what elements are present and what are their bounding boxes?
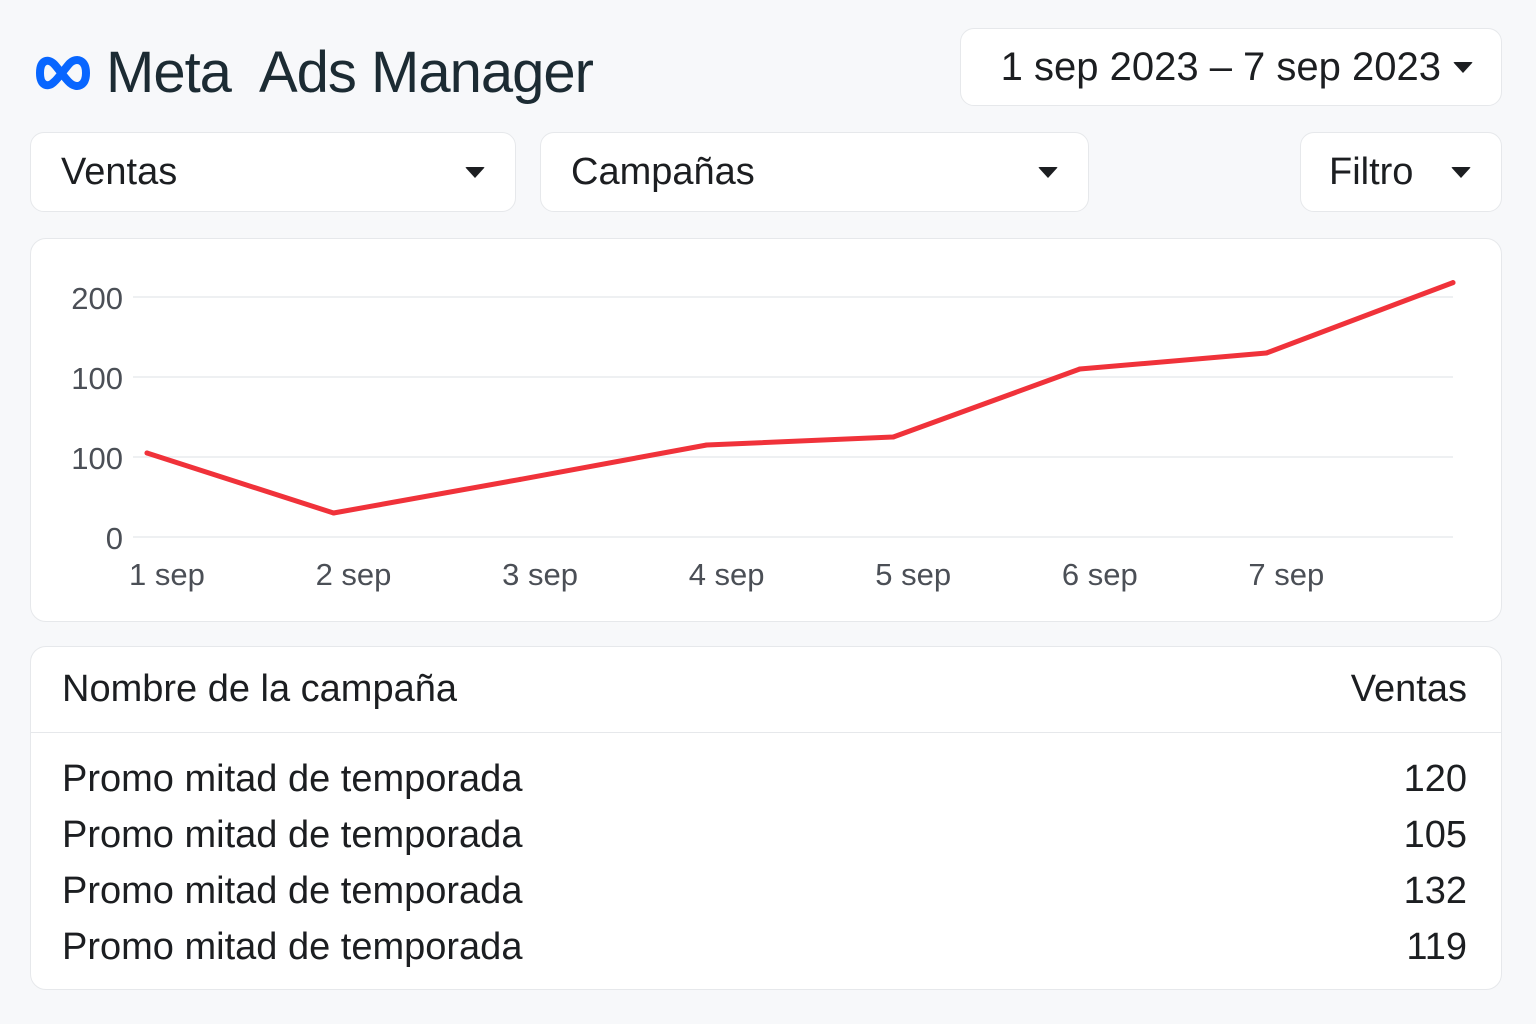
- sales-cell: 105: [1403, 813, 1467, 856]
- filter-dropdown[interactable]: Filtro: [1300, 132, 1502, 212]
- caret-down-icon: [1453, 61, 1473, 73]
- table-row[interactable]: Promo mitad de temporada 105: [31, 807, 1501, 863]
- data-point[interactable]: [1077, 366, 1083, 372]
- sales-series-line[interactable]: [144, 280, 1456, 516]
- table-row[interactable]: Promo mitad de temporada 132: [31, 863, 1501, 919]
- header: Meta Ads Manager 1 sep 2023 – 7 sep 2023: [30, 28, 1502, 106]
- campaign-table: Nombre de la campaña Ventas Promo mitad …: [30, 646, 1502, 990]
- sales-cell: 119: [1406, 925, 1467, 968]
- y-tick-label: 200: [71, 281, 123, 316]
- column-header-sales[interactable]: Ventas: [1351, 668, 1467, 711]
- date-range-label: 1 sep 2023 – 7 sep 2023: [1000, 44, 1441, 89]
- y-tick-label: 0: [106, 521, 123, 556]
- data-point[interactable]: [890, 434, 896, 440]
- column-header-campaign-name[interactable]: Nombre de la campaña: [62, 668, 457, 711]
- data-point[interactable]: [517, 476, 523, 482]
- meta-logo[interactable]: Meta Ads Manager: [30, 40, 594, 105]
- campaign-name-cell: Promo mitad de temporada: [62, 757, 523, 800]
- sales-line-chart: 0 100 100 200 1 sep 2 sep 3 sep 4 sep 5 sep 6 sep…: [71, 280, 1456, 592]
- sales-cell: 120: [1403, 757, 1467, 800]
- metric-dropdown[interactable]: Ventas: [30, 132, 516, 212]
- data-point[interactable]: [704, 442, 710, 448]
- metric-dropdown-label: Ventas: [61, 150, 178, 193]
- caret-down-icon: [465, 166, 485, 178]
- y-tick-label: 100: [71, 441, 123, 476]
- ads-manager-page: Meta Ads Manager 1 sep 2023 – 7 sep 2023…: [0, 0, 1536, 1024]
- table-row[interactable]: Promo mitad de temporada 120: [31, 751, 1501, 807]
- data-point[interactable]: [1263, 350, 1269, 356]
- table-body: Promo mitad de temporada 120 Promo mitad…: [31, 733, 1501, 975]
- x-tick-label: 5 sep: [875, 557, 951, 592]
- table-header: Nombre de la campaña Ventas: [31, 647, 1501, 733]
- caret-down-icon: [1038, 166, 1058, 178]
- meta-infinity-icon: [36, 56, 90, 90]
- x-tick-label: 1 sep: [129, 557, 205, 592]
- data-point[interactable]: [1450, 280, 1456, 286]
- table-row[interactable]: Promo mitad de temporada 119: [31, 919, 1501, 975]
- x-tick-label: 7 sep: [1248, 557, 1324, 592]
- campaign-name-cell: Promo mitad de temporada: [62, 925, 523, 968]
- x-tick-label: 2 sep: [316, 557, 392, 592]
- sales-cell: 132: [1403, 869, 1467, 912]
- data-point[interactable]: [144, 450, 150, 456]
- level-dropdown-label: Campañas: [571, 150, 755, 193]
- brand-product: Ads Manager: [258, 40, 594, 105]
- filter-dropdown-label: Filtro: [1329, 150, 1414, 193]
- campaign-name-cell: Promo mitad de temporada: [62, 869, 523, 912]
- sales-chart-card: 0 100 100 200 1 sep 2 sep 3 sep 4 sep 5 sep 6 sep…: [30, 238, 1502, 622]
- data-point[interactable]: [331, 510, 337, 516]
- brand-company: Meta: [106, 40, 232, 105]
- level-dropdown[interactable]: Campañas: [540, 132, 1089, 212]
- campaign-name-cell: Promo mitad de temporada: [62, 813, 523, 856]
- x-tick-label: 4 sep: [689, 557, 765, 592]
- y-tick-label: 100: [71, 361, 123, 396]
- x-tick-label: 3 sep: [502, 557, 578, 592]
- caret-down-icon: [1451, 166, 1471, 178]
- date-range-picker[interactable]: 1 sep 2023 – 7 sep 2023: [960, 28, 1502, 106]
- x-tick-label: 6 sep: [1062, 557, 1138, 592]
